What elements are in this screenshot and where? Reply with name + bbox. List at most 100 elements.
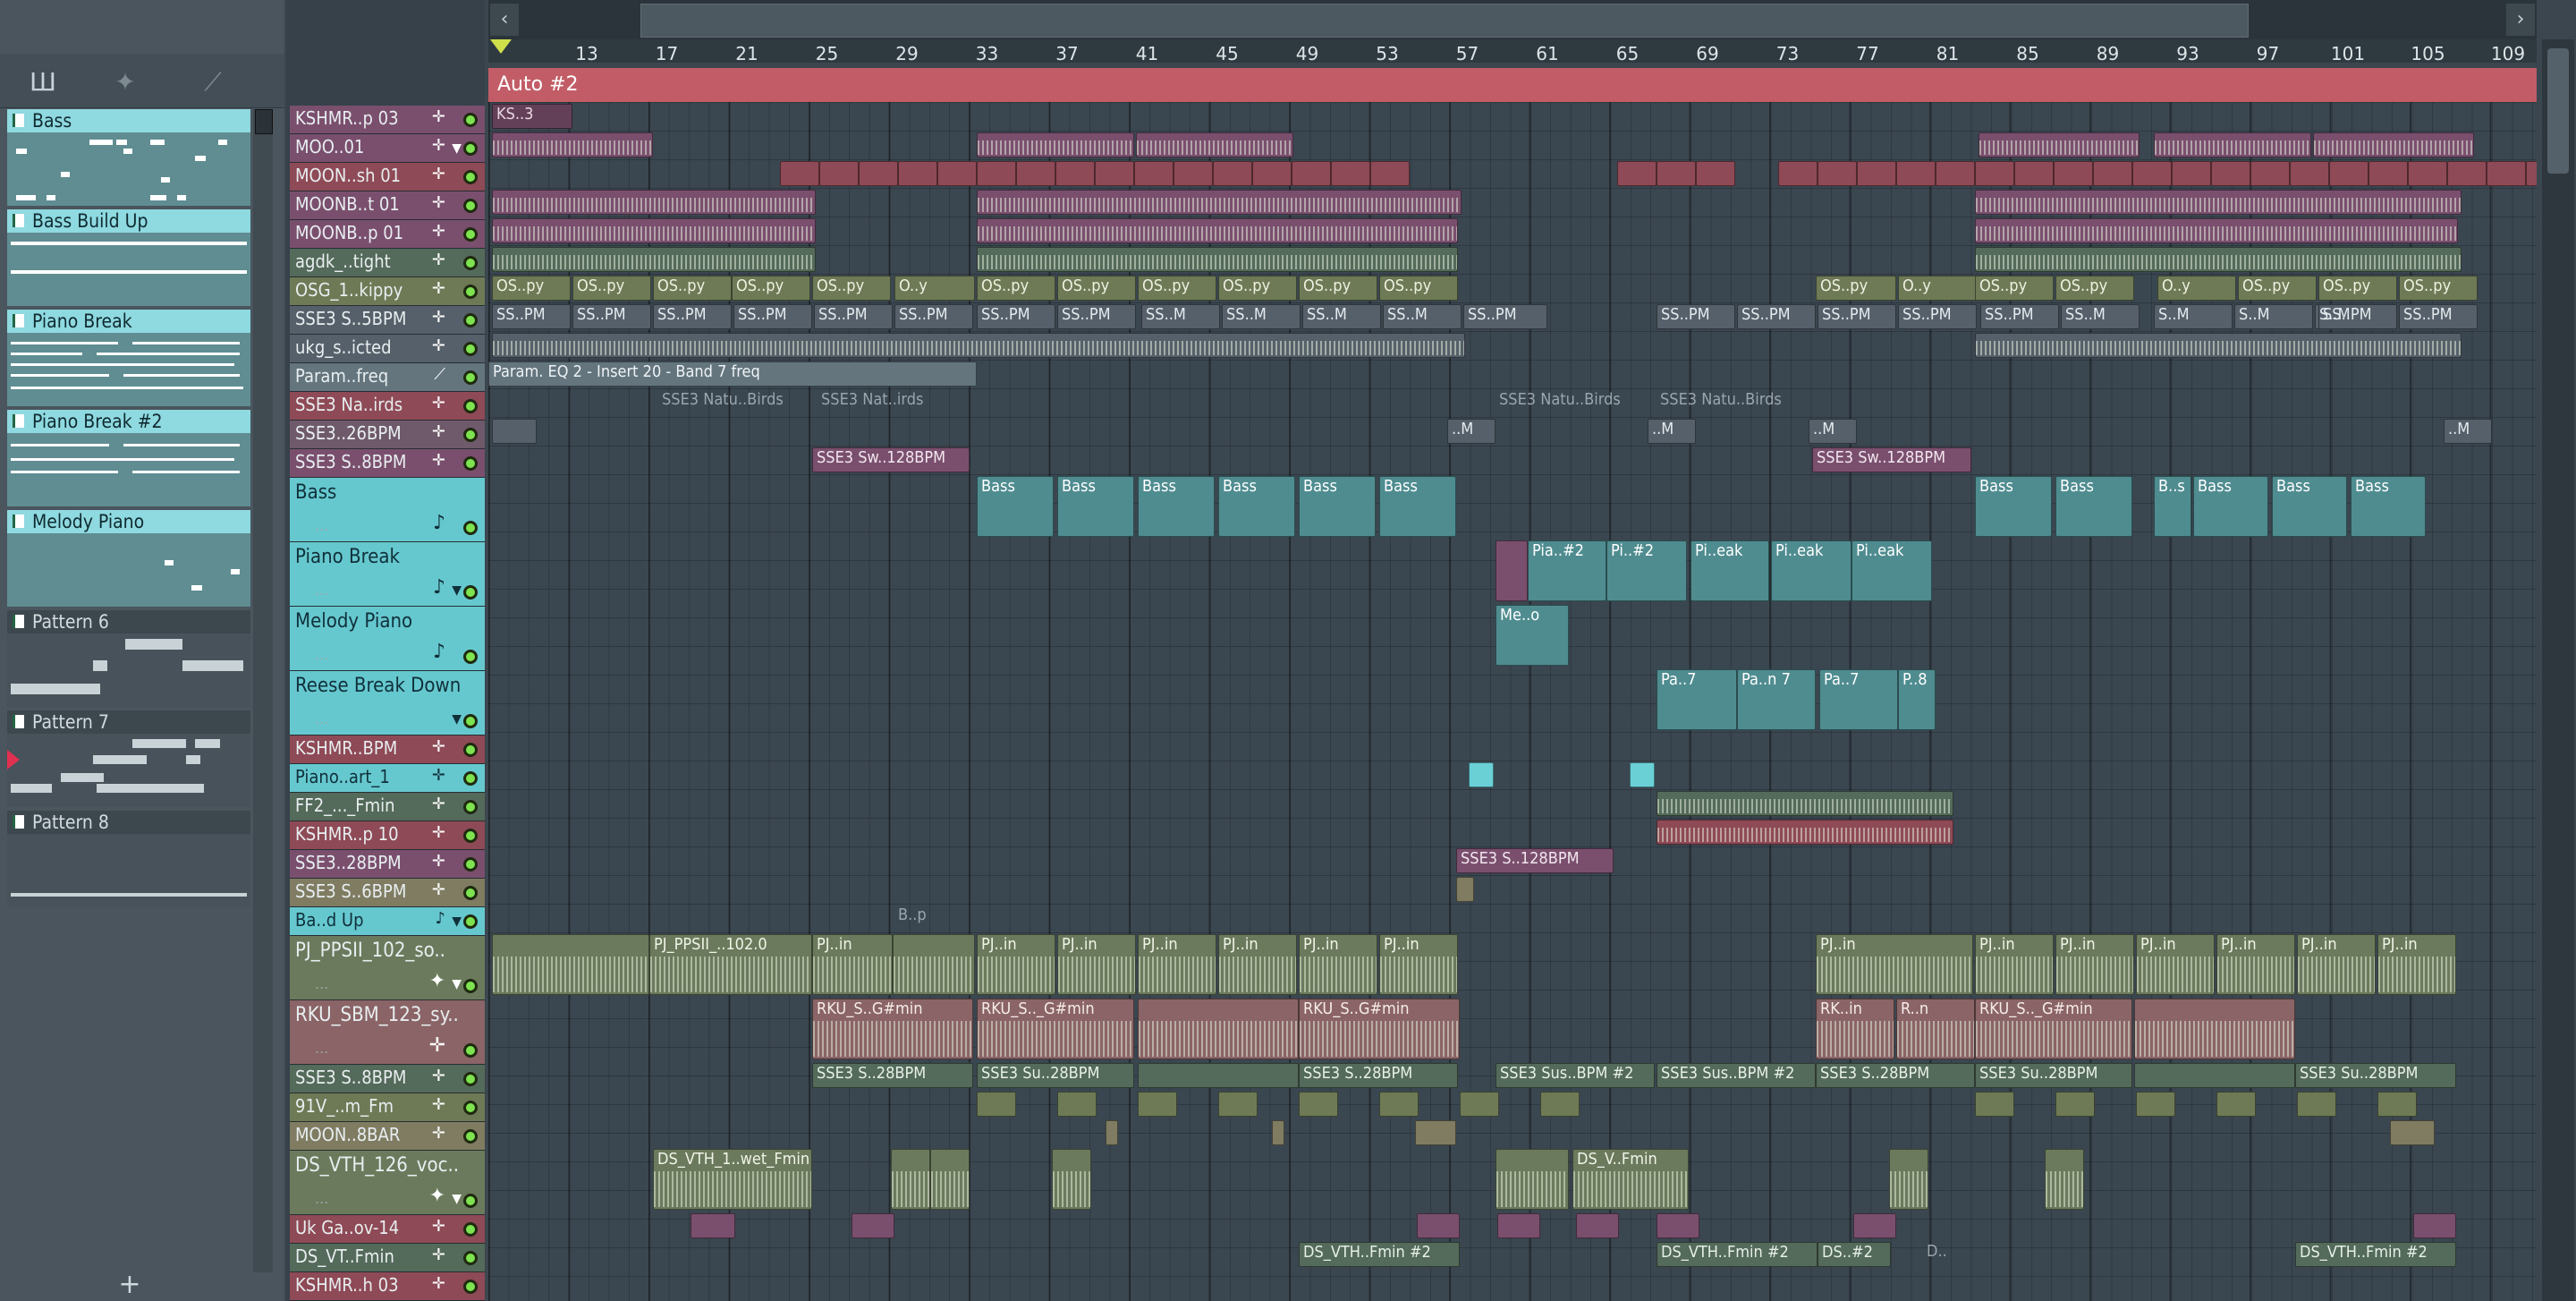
playlist-clip[interactable]: SSE3 Nat..irds bbox=[818, 390, 979, 415]
playlist-clip[interactable]: ..M bbox=[1648, 419, 1696, 444]
playlist-clip[interactable] bbox=[492, 934, 649, 995]
waveform-icon[interactable]: ✦ bbox=[107, 66, 143, 98]
playlist-clip[interactable]: Pia..#2 bbox=[1528, 540, 1606, 601]
pattern-item[interactable]: Bass bbox=[7, 109, 250, 206]
track-header[interactable]: Piano Break ♪... ▼ bbox=[290, 542, 485, 607]
playlist-clip[interactable]: OS..py bbox=[2238, 276, 2317, 301]
playlist-clip[interactable] bbox=[1218, 1092, 1258, 1117]
playlist-clip[interactable]: OS..py bbox=[1218, 276, 1297, 301]
playlist-clip[interactable]: ..M bbox=[1809, 419, 1857, 444]
playlist-clip[interactable]: SSE3 Su..28BPM bbox=[1975, 1063, 2132, 1088]
playlist-clip[interactable]: B..p bbox=[894, 906, 950, 931]
playlist-clip[interactable] bbox=[2136, 1092, 2175, 1117]
playlist-clip[interactable]: SS..PM bbox=[977, 304, 1055, 329]
playlist-clip[interactable]: SSE3 Su..28BPM bbox=[2295, 1063, 2456, 1088]
track-more-dots[interactable]: ... bbox=[315, 517, 328, 534]
track-header[interactable]: KSHMR..BPM ✛ bbox=[290, 736, 485, 764]
playlist-clip[interactable] bbox=[852, 1213, 894, 1238]
playlist-clip[interactable]: R..n bbox=[1896, 999, 1975, 1059]
track-mute-led[interactable] bbox=[463, 714, 478, 728]
playlist-clip[interactable]: SSE3 Natu..Birds bbox=[1496, 390, 1657, 415]
playlist-clip[interactable] bbox=[2093, 161, 2132, 186]
playlist-clip[interactable]: SS..PM bbox=[1737, 304, 1816, 329]
playlist-clip[interactable] bbox=[2487, 161, 2526, 186]
playlist-clip[interactable]: SSE3 Sw..128BPM bbox=[1812, 447, 1971, 472]
track-dropdown-icon[interactable]: ▼ bbox=[452, 583, 462, 598]
playlist-clip[interactable]: PJ..in bbox=[2377, 934, 2456, 995]
playlist-clip[interactable] bbox=[2377, 1092, 2417, 1117]
track-more-dots[interactable]: ... bbox=[315, 582, 328, 599]
track-mute-led[interactable] bbox=[463, 285, 478, 299]
pattern-item[interactable]: Piano Break #2 bbox=[7, 410, 250, 506]
track-header[interactable]: Param..freq ⟋ bbox=[290, 363, 485, 392]
piano-roll-icon[interactable]: Ш bbox=[25, 66, 61, 98]
playlist-clip[interactable]: O..y bbox=[2157, 276, 2236, 301]
track-mute-led[interactable] bbox=[463, 1280, 478, 1294]
playlist-clip[interactable] bbox=[1975, 333, 2462, 358]
playlist-clip[interactable]: P..8 bbox=[1898, 669, 1936, 730]
overview-scroll-thumb[interactable] bbox=[640, 4, 2249, 38]
playlist-clip[interactable]: Pi..eak bbox=[1852, 540, 1932, 601]
playlist-clip[interactable] bbox=[977, 161, 1016, 186]
playlist-clip[interactable] bbox=[2329, 161, 2368, 186]
track-mute-led[interactable] bbox=[463, 771, 478, 786]
playlist-clip[interactable]: OS..py bbox=[653, 276, 732, 301]
track-mute-led[interactable] bbox=[463, 1043, 478, 1058]
playlist-clip[interactable]: OS..py bbox=[1299, 276, 1377, 301]
track-header[interactable]: agdk_..tight ✛ bbox=[290, 249, 485, 277]
track-mute-led[interactable] bbox=[463, 227, 478, 242]
playlist-clip[interactable] bbox=[1975, 161, 2014, 186]
playlist-clip[interactable]: SS..PM bbox=[1657, 304, 1735, 329]
playlist-clip[interactable]: Pi..eak bbox=[1690, 540, 1769, 601]
playlist-clip[interactable]: SS..PM bbox=[1818, 304, 1896, 329]
playlist-clip[interactable]: SS..M bbox=[1383, 304, 1462, 329]
playlist-clip[interactable]: Bass bbox=[1299, 476, 1376, 537]
playlist-clip[interactable] bbox=[1975, 247, 2462, 272]
track-header[interactable]: MOONB..p 01 ✛ bbox=[290, 220, 485, 249]
playlist-clip[interactable] bbox=[1657, 820, 1953, 845]
playlist-clip[interactable]: Param. EQ 2 - Insert 20 - Band 7 freq bbox=[488, 361, 977, 387]
playlist-clip[interactable]: SSE3 Sus..BPM #2 bbox=[1496, 1063, 1655, 1088]
playlist-clip[interactable] bbox=[1016, 161, 1055, 186]
playlist-clip[interactable] bbox=[492, 132, 653, 157]
playlist-clip[interactable] bbox=[1889, 1149, 1928, 1210]
vertical-scrollbar[interactable] bbox=[2542, 39, 2574, 1301]
track-header[interactable]: MOON..8BAR ✛ bbox=[290, 1122, 485, 1151]
playlist-clip[interactable]: Bass bbox=[2351, 476, 2426, 537]
playlist-clip[interactable]: SSE3 S..128BPM bbox=[1456, 848, 1614, 873]
playlist-clip[interactable] bbox=[977, 1092, 1016, 1117]
playlist-clip[interactable] bbox=[1460, 1092, 1499, 1117]
playlist-clip[interactable]: PJ..in bbox=[1816, 934, 1973, 995]
playlist-clip[interactable]: S..M bbox=[2154, 304, 2233, 329]
playlist-clip[interactable] bbox=[893, 934, 975, 995]
playlist-clip[interactable]: O..y bbox=[1898, 276, 1979, 301]
playlist-clip[interactable]: PJ..in bbox=[812, 934, 893, 995]
track-mute-led[interactable] bbox=[463, 886, 478, 900]
playlist-clip[interactable]: PJ..in bbox=[2297, 934, 2376, 995]
playlist-clip[interactable] bbox=[1138, 1063, 1299, 1088]
track-mute-led[interactable] bbox=[463, 170, 478, 184]
playlist-clip[interactable]: SS..PM bbox=[1057, 304, 1136, 329]
playlist-clip[interactable]: OS..py bbox=[492, 276, 571, 301]
playlist-clip[interactable]: ..M bbox=[1447, 419, 1496, 444]
track-mute-led[interactable] bbox=[463, 342, 478, 356]
playlist-clip[interactable]: SS..M bbox=[1141, 304, 1220, 329]
playlist-clip[interactable]: PJ..in bbox=[1218, 934, 1297, 995]
playlist-clip[interactable]: DS_VTH_1..wet_Fmin bbox=[653, 1149, 812, 1210]
track-mute-led[interactable] bbox=[463, 1251, 478, 1265]
track-dropdown-icon[interactable]: ▼ bbox=[452, 977, 462, 991]
timeline-ruler[interactable]: 13 17 21 25 29 33 37 41 45 49 53 57 61 65 69 73 77 81 85 89… bbox=[488, 39, 2537, 64]
playhead-marker[interactable] bbox=[490, 39, 512, 54]
playlist-clip[interactable] bbox=[492, 190, 816, 215]
playlist-clip[interactable]: DS_VTH..Fmin #2 bbox=[1299, 1242, 1460, 1267]
playlist-clip[interactable]: OS..py bbox=[1816, 276, 1896, 301]
playlist-clip[interactable] bbox=[1134, 161, 1174, 186]
playlist-clip[interactable] bbox=[1657, 1213, 1699, 1238]
playlist-clip[interactable] bbox=[2250, 161, 2290, 186]
playlist-clip[interactable] bbox=[1630, 762, 1655, 787]
track-mute-led[interactable] bbox=[463, 650, 478, 664]
pattern-item[interactable]: Pattern 8 bbox=[7, 811, 250, 907]
playlist-clip[interactable]: SSE3 S..28BPM bbox=[1299, 1063, 1458, 1088]
playlist-clip[interactable] bbox=[1370, 161, 1410, 186]
track-header[interactable]: Bass ♪... bbox=[290, 478, 485, 542]
